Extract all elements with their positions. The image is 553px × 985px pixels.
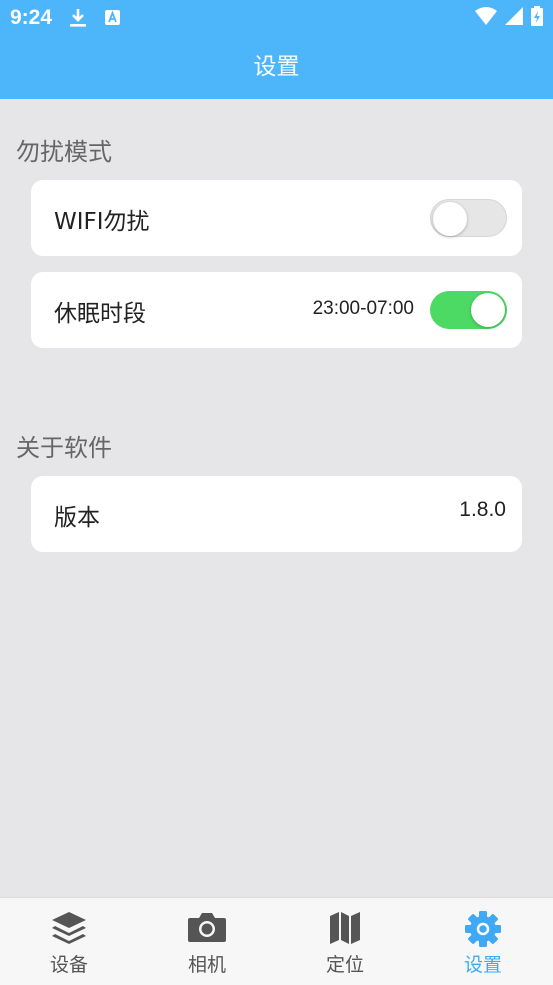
tab-label: 设置 [463,954,502,976]
version-label: 版本 [54,505,100,531]
tab-camera[interactable]: 相机 [138,898,276,985]
status-bar: 9:24 [0,0,553,36]
tab-settings[interactable]: 设置 [414,898,552,985]
section-title-about: 关于软件 [16,434,112,462]
app-notification-icon [104,9,121,30]
camera-icon [187,910,227,948]
layers-icon [50,910,88,952]
wifi-dnd-label: WIFI勿扰 [54,209,150,235]
tab-location[interactable]: 定位 [276,898,414,985]
sleep-period-range: 23:00-07:00 [312,298,414,319]
toggle-knob [471,293,505,327]
tab-label: 相机 [187,954,226,976]
tab-label: 定位 [325,954,364,976]
status-time: 9:24 [10,6,53,29]
sleep-period-label: 休眠时段 [54,301,146,327]
page-title: 设置 [253,54,300,80]
version-value: 1.8.0 [459,498,506,521]
tab-label: 设备 [49,954,88,976]
wifi-dnd-toggle[interactable] [430,199,507,237]
app-bar: 设置 [0,36,553,99]
signal-icon [505,7,523,29]
sleep-period-row[interactable]: 休眠时段 23:00-07:00 [31,272,522,348]
version-row: 版本 1.8.0 [31,476,522,552]
wifi-dnd-row: WIFI勿扰 [31,180,522,256]
wifi-icon [475,7,497,29]
tab-devices[interactable]: 设备 [0,898,138,985]
download-icon [68,7,88,33]
toggle-knob [433,202,467,236]
map-icon [328,910,362,950]
section-title-dnd: 勿扰模式 [16,138,112,166]
sleep-period-toggle[interactable] [430,291,507,329]
battery-icon [531,6,543,30]
bottom-tab-bar: 设备 相机 定位 设置 [0,897,553,985]
gear-icon [464,910,502,952]
